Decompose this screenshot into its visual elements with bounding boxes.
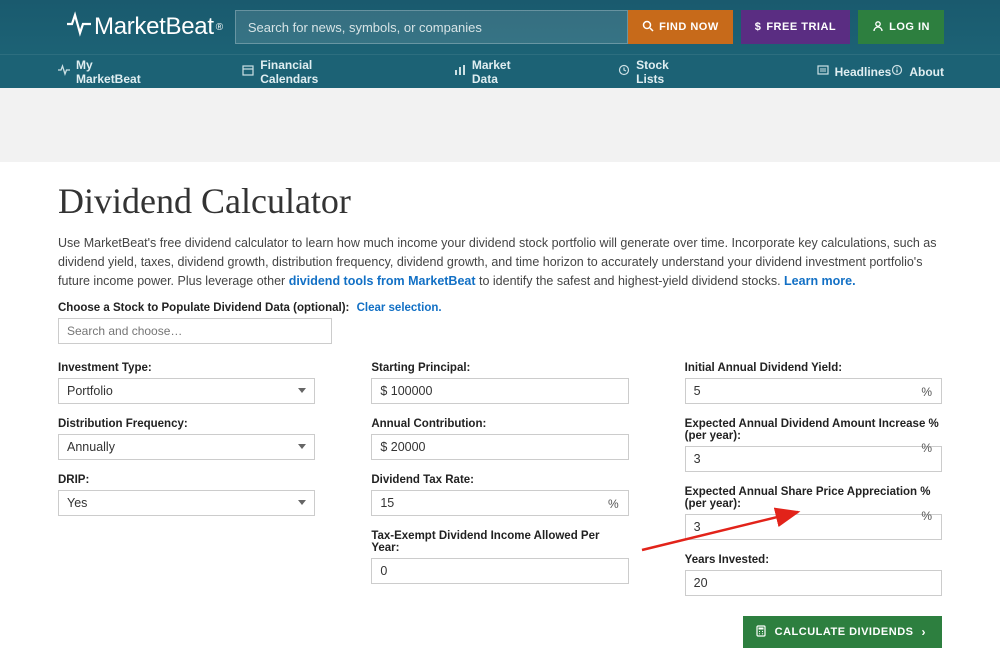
nav-headlines[interactable]: Headlines — [817, 64, 892, 79]
page-title: Dividend Calculator — [58, 180, 942, 222]
pulse-small-icon — [58, 64, 70, 79]
free-trial-button[interactable]: $ FREE TRIAL — [741, 10, 850, 44]
distribution-frequency-select[interactable]: Annually — [58, 434, 315, 460]
learn-more-link[interactable]: Learn more. — [784, 274, 856, 288]
dividend-tools-link[interactable]: dividend tools from MarketBeat — [289, 274, 476, 288]
search-bar: FIND NOW — [235, 10, 733, 44]
pulse-icon — [66, 11, 92, 44]
nav-stock-lists[interactable]: Stock Lists — [618, 58, 696, 86]
tax-exempt-input[interactable] — [371, 558, 628, 584]
field-expected-div-increase: Expected Annual Dividend Amount Increase… — [685, 418, 942, 472]
nav-about[interactable]: About — [891, 64, 944, 79]
logo[interactable]: MarketBeat® — [8, 11, 223, 44]
field-investment-type: Investment Type: Portfolio — [58, 362, 315, 404]
info-icon — [891, 64, 903, 79]
years-invested-input[interactable] — [685, 570, 942, 596]
field-annual-contribution: Annual Contribution: — [371, 418, 628, 460]
main-content: Dividend Calculator Use MarketBeat's fre… — [0, 162, 1000, 648]
calendar-icon — [242, 64, 254, 79]
field-starting-principal: Starting Principal: — [371, 362, 628, 404]
nav-financial-calendars[interactable]: Financial Calendars — [242, 58, 368, 86]
nav-my-marketbeat[interactable]: My MarketBeat — [58, 58, 156, 86]
initial-yield-input[interactable] — [685, 378, 942, 404]
annual-contribution-input[interactable] — [371, 434, 628, 460]
header: MarketBeat® FIND NOW $ FREE TRIAL LOG IN — [0, 0, 1000, 54]
form-grid: Investment Type: Portfolio Distribution … — [58, 362, 942, 648]
field-distribution-frequency: Distribution Frequency: Annually — [58, 418, 315, 460]
user-icon — [872, 20, 884, 35]
clear-selection-link[interactable]: Clear selection. — [357, 302, 442, 314]
field-drip: DRIP: Yes — [58, 474, 315, 516]
choose-stock-label: Choose a Stock to Populate Dividend Data… — [58, 302, 942, 314]
login-button[interactable]: LOG IN — [858, 10, 944, 44]
field-tax-exempt: Tax-Exempt Dividend Income Allowed Per Y… — [371, 530, 628, 584]
starting-principal-input[interactable] — [371, 378, 628, 404]
field-dividend-tax-rate: Dividend Tax Rate: % — [371, 474, 628, 516]
expected-div-increase-input[interactable] — [685, 446, 942, 472]
chevron-right-icon: › — [922, 625, 927, 639]
dividend-tax-rate-input[interactable] — [371, 490, 628, 516]
field-years-invested: Years Invested: — [685, 554, 942, 596]
field-initial-yield: Initial Annual Dividend Yield: % — [685, 362, 942, 404]
stock-search-input[interactable] — [58, 318, 332, 344]
calculate-dividends-button[interactable]: CALCULATE DIVIDENDS › — [743, 616, 942, 648]
bar-chart-icon — [454, 64, 466, 79]
drip-select[interactable]: Yes — [58, 490, 315, 516]
main-nav: My MarketBeat Financial Calendars Market… — [0, 54, 1000, 88]
search-input[interactable] — [235, 10, 628, 44]
nav-market-data[interactable]: Market Data — [454, 58, 536, 86]
dollar-icon: $ — [755, 21, 762, 33]
investment-type-select[interactable]: Portfolio — [58, 378, 315, 404]
calculator-icon — [755, 625, 767, 640]
news-icon — [817, 64, 829, 79]
logo-text: MarketBeat — [94, 13, 214, 41]
field-expected-share-appreciation: Expected Annual Share Price Appreciation… — [685, 486, 942, 540]
banner-placeholder — [0, 88, 1000, 162]
intro-paragraph: Use MarketBeat's free dividend calculato… — [58, 234, 942, 290]
search-icon — [642, 20, 654, 35]
find-now-button[interactable]: FIND NOW — [628, 10, 733, 44]
expected-share-appreciation-input[interactable] — [685, 514, 942, 540]
clock-icon — [618, 64, 630, 79]
